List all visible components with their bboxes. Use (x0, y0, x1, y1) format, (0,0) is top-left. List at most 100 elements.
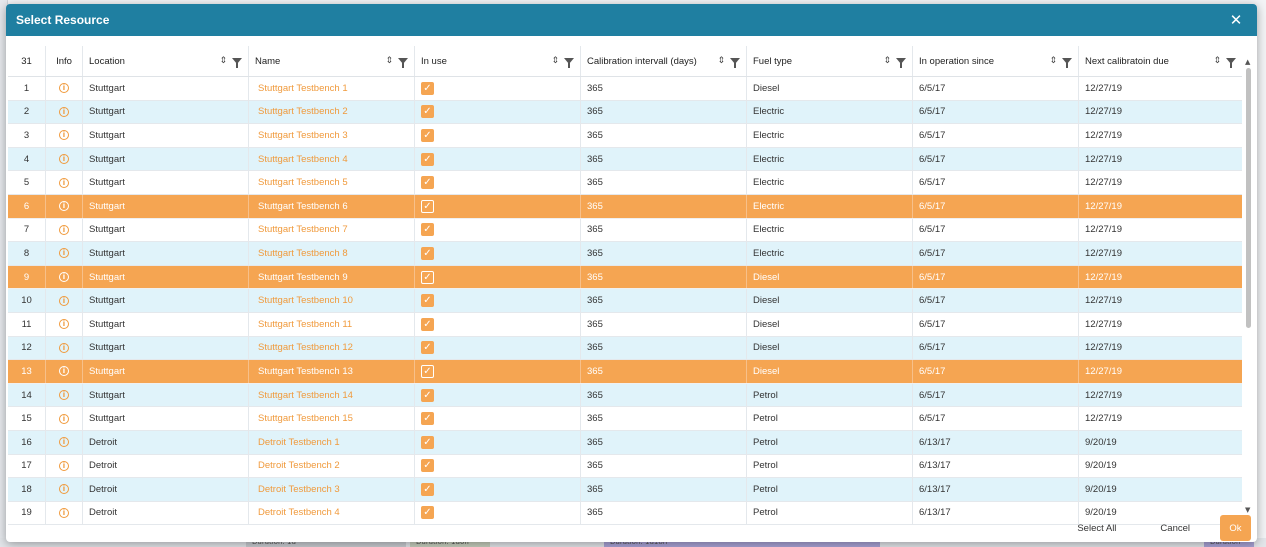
resource-name-link[interactable]: Stuttgart Testbench 14 (258, 390, 353, 401)
sort-icon[interactable]: ⇕ (717, 56, 725, 66)
close-icon[interactable]: ✕ (1225, 9, 1247, 31)
table-row[interactable]: 12 i Stuttgart Stuttgart Testbench 12 ✓ 365 Di… (8, 336, 1242, 361)
table-row[interactable]: 16 i Detroit Detroit Testbench 1 ✓ 365 Petrol 6… (8, 430, 1242, 455)
checkbox-checked-icon[interactable]: ✓ (421, 246, 434, 260)
checkbox-checked-icon[interactable]: ✓ (421, 81, 434, 95)
filter-icon[interactable] (1226, 58, 1236, 68)
info-icon[interactable]: i (59, 390, 69, 401)
table-row[interactable]: 9 i Stuttgart Stuttgart Testbench 9 ✓ 365 Dies… (8, 265, 1242, 290)
info-icon[interactable]: i (59, 201, 69, 212)
header-in-use[interactable]: In use ⇕ (415, 46, 581, 76)
table-row[interactable]: 2 i Stuttgart Stuttgart Testbench 2 ✓ 365 Elec… (8, 100, 1242, 125)
info-icon[interactable]: i (59, 460, 69, 471)
sort-icon[interactable]: ⇕ (385, 56, 393, 66)
resource-name-link[interactable]: Stuttgart Testbench 13 (258, 366, 353, 377)
sort-icon[interactable]: ⇕ (551, 56, 559, 66)
resource-name-link[interactable]: Stuttgart Testbench 5 (258, 177, 348, 188)
ok-button[interactable]: Ok (1220, 515, 1251, 541)
resource-name-link[interactable]: Stuttgart Testbench 11 (258, 319, 352, 330)
sort-icon[interactable]: ⇕ (883, 56, 891, 66)
table-row[interactable]: 1 i Stuttgart Stuttgart Testbench 1 ✓ 365 Dies… (8, 77, 1242, 101)
info-icon[interactable]: i (59, 130, 69, 141)
checkbox-checked-icon[interactable]: ✓ (421, 459, 434, 473)
info-icon[interactable]: i (59, 177, 69, 188)
checkbox-checked-icon[interactable]: ✓ (421, 412, 434, 426)
info-icon[interactable]: i (59, 342, 69, 353)
sort-icon[interactable]: ⇕ (1213, 56, 1221, 66)
checkbox-checked-icon[interactable]: ✓ (421, 435, 434, 449)
info-icon[interactable]: i (59, 413, 69, 424)
header-next-calibration[interactable]: Next calibratoin due ⇕ (1079, 46, 1242, 76)
checkbox-checked-icon[interactable]: ✓ (421, 317, 434, 331)
table-row[interactable]: 17 i Detroit Detroit Testbench 2 ✓ 365 Petrol 6… (8, 454, 1242, 479)
table-row[interactable]: 11 i Stuttgart Stuttgart Testbench 11 ✓ 365 Di… (8, 312, 1242, 337)
resource-name-link[interactable]: Stuttgart Testbench 8 (258, 248, 348, 259)
resource-name-link[interactable]: Stuttgart Testbench 10 (258, 295, 353, 306)
checkbox-checked-icon[interactable]: ✓ (421, 128, 434, 142)
sort-icon[interactable]: ⇕ (219, 56, 227, 66)
resource-name-link[interactable]: Stuttgart Testbench 12 (258, 342, 353, 353)
vertical-scrollbar[interactable]: ▲ ▼ (1244, 58, 1254, 514)
select-all-button[interactable]: Select All (1055, 523, 1138, 534)
sort-icon[interactable]: ⇕ (1049, 56, 1057, 66)
scroll-thumb[interactable] (1246, 68, 1251, 328)
checkbox-checked-icon[interactable]: ✓ (421, 270, 434, 284)
filter-icon[interactable] (730, 58, 740, 68)
info-icon[interactable]: i (59, 106, 69, 117)
resource-name-link[interactable]: Detroit Testbench 2 (258, 460, 340, 471)
checkbox-checked-icon[interactable]: ✓ (421, 364, 434, 378)
filter-icon[interactable] (398, 58, 408, 68)
resource-name-link[interactable]: Detroit Testbench 1 (258, 437, 340, 448)
table-row[interactable]: 18 i Detroit Detroit Testbench 3 ✓ 365 Petrol 6… (8, 478, 1242, 502)
filter-icon[interactable] (232, 58, 242, 68)
table-row[interactable]: 8 i Stuttgart Stuttgart Testbench 8 ✓ 365 Elec… (8, 242, 1242, 266)
resource-name-link[interactable]: Stuttgart Testbench 9 (258, 272, 348, 283)
table-row[interactable]: 13 i Stuttgart Stuttgart Testbench 13 ✓ 365 Di… (8, 360, 1242, 384)
filter-icon[interactable] (564, 58, 574, 68)
table-row[interactable]: 4 i Stuttgart Stuttgart Testbench 4 ✓ 365 Elec… (8, 147, 1242, 172)
filter-icon[interactable] (1062, 58, 1072, 68)
info-icon[interactable]: i (59, 248, 69, 259)
resource-name-link[interactable]: Stuttgart Testbench 15 (258, 413, 353, 424)
checkbox-checked-icon[interactable]: ✓ (421, 388, 434, 402)
resource-name-link[interactable]: Stuttgart Testbench 3 (258, 130, 348, 141)
checkbox-checked-icon[interactable]: ✓ (421, 223, 434, 237)
checkbox-checked-icon[interactable]: ✓ (421, 294, 434, 308)
resource-name-link[interactable]: Stuttgart Testbench 7 (258, 224, 348, 235)
resource-name-link[interactable]: Stuttgart Testbench 2 (258, 106, 348, 117)
resource-name-link[interactable]: Stuttgart Testbench 1 (258, 83, 348, 94)
table-row[interactable]: 14 i Stuttgart Stuttgart Testbench 14 ✓ 365 Pe… (8, 383, 1242, 408)
info-icon[interactable]: i (59, 83, 69, 94)
checkbox-checked-icon[interactable]: ✓ (421, 341, 434, 355)
table-row[interactable]: 15 i Stuttgart Stuttgart Testbench 15 ✓ 365 Pe… (8, 407, 1242, 431)
header-fuel-type[interactable]: Fuel type ⇕ (747, 46, 913, 76)
scroll-down-icon[interactable]: ▼ (1245, 506, 1250, 514)
table-row[interactable]: 6 i Stuttgart Stuttgart Testbench 6 ✓ 365 Elec… (8, 194, 1242, 219)
header-location[interactable]: Location ⇕ (83, 46, 249, 76)
checkbox-checked-icon[interactable]: ✓ (421, 152, 434, 166)
info-icon[interactable]: i (59, 224, 69, 235)
info-icon[interactable]: i (59, 295, 69, 306)
info-icon[interactable]: i (59, 319, 69, 330)
table-row[interactable]: 5 i Stuttgart Stuttgart Testbench 5 ✓ 365 Elec… (8, 171, 1242, 195)
info-icon[interactable]: i (59, 437, 69, 448)
resource-name-link[interactable]: Stuttgart Testbench 4 (258, 154, 348, 165)
info-icon[interactable]: i (59, 154, 69, 165)
checkbox-checked-icon[interactable]: ✓ (421, 105, 434, 119)
resource-name-link[interactable]: Stuttgart Testbench 6 (258, 201, 348, 212)
checkbox-checked-icon[interactable]: ✓ (421, 176, 434, 190)
info-icon[interactable]: i (59, 272, 69, 283)
filter-icon[interactable] (896, 58, 906, 68)
checkbox-checked-icon[interactable]: ✓ (421, 199, 434, 213)
info-icon[interactable]: i (59, 366, 69, 377)
table-row[interactable]: 3 i Stuttgart Stuttgart Testbench 3 ✓ 365 Elec… (8, 124, 1242, 148)
resource-name-link[interactable]: Detroit Testbench 3 (258, 484, 340, 495)
scroll-up-icon[interactable]: ▲ (1245, 58, 1250, 66)
header-calibration[interactable]: Calibration intervall (days) ⇕ (581, 46, 747, 76)
header-operation-since[interactable]: In operation since ⇕ (913, 46, 1079, 76)
cancel-button[interactable]: Cancel (1138, 523, 1212, 534)
table-row[interactable]: 7 i Stuttgart Stuttgart Testbench 7 ✓ 365 Elec… (8, 218, 1242, 243)
info-icon[interactable]: i (59, 484, 69, 495)
header-name[interactable]: Name ⇕ (249, 46, 415, 76)
checkbox-checked-icon[interactable]: ✓ (421, 482, 434, 496)
